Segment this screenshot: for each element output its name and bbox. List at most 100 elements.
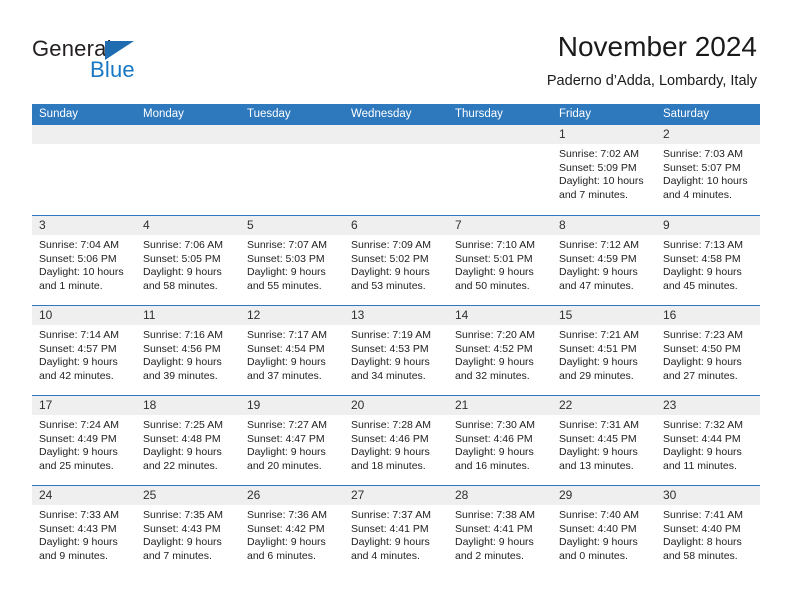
day-number: 28 [448,486,552,505]
calendar-day-cell[interactable]: 21 Sunrise: 7:30 AM Sunset: 4:46 PM Dayligh… [448,396,552,485]
sunset-text: Sunset: 4:53 PM [351,342,429,355]
sunrise-text: Sunrise: 7:41 AM [663,509,743,521]
calendar-day-cell[interactable]: 23 Sunrise: 7:32 AM Sunset: 4:44 PM Dayligh… [656,396,760,485]
day-info: Sunrise: 7:24 AM Sunset: 4:49 PM Daylight:… [32,415,136,473]
calendar-day-cell[interactable]: 8 Sunrise: 7:12 AM Sunset: 4:59 PM Daylight… [552,216,656,305]
sunset-text: Sunset: 4:43 PM [143,522,221,535]
calendar-week-row: 10 Sunrise: 7:14 AM Sunset: 4:57 PM Dayligh… [32,305,760,395]
calendar-day-cell[interactable]: 30 Sunrise: 7:41 AM Sunset: 4:40 PM Dayligh… [656,486,760,575]
day-info: Sunrise: 7:32 AM Sunset: 4:44 PM Daylight:… [656,415,760,473]
day-number: 14 [448,306,552,325]
calendar-day-cell[interactable]: 11 Sunrise: 7:16 AM Sunset: 4:56 PM Dayligh… [136,306,240,395]
brand-logo[interactable]: General Blue [32,36,272,86]
calendar-day-cell[interactable]: 1 Sunrise: 7:02 AM Sunset: 5:09 PM Daylight… [552,125,656,215]
day-info: Sunrise: 7:31 AM Sunset: 4:45 PM Daylight:… [552,415,656,473]
day-info: Sunrise: 7:07 AM Sunset: 5:03 PM Daylight:… [240,235,344,293]
calendar-day-cell[interactable]: 20 Sunrise: 7:28 AM Sunset: 4:46 PM Dayligh… [344,396,448,485]
calendar-day-cell[interactable]: 14 Sunrise: 7:20 AM Sunset: 4:52 PM Dayligh… [448,306,552,395]
sunrise-text: Sunrise: 7:27 AM [247,419,327,431]
day-info: Sunrise: 7:10 AM Sunset: 5:01 PM Daylight:… [448,235,552,293]
day-number: 17 [32,396,136,415]
daylight-text: Daylight: 9 hours and 13 minutes. [559,446,638,472]
calendar-day-cell[interactable]: 25 Sunrise: 7:35 AM Sunset: 4:43 PM Dayligh… [136,486,240,575]
day-number: 3 [32,216,136,235]
calendar-day-cell[interactable]: 5 Sunrise: 7:07 AM Sunset: 5:03 PM Daylight… [240,216,344,305]
sunset-text: Sunset: 4:46 PM [351,432,429,445]
sunrise-text: Sunrise: 7:31 AM [559,419,639,431]
calendar-day-cell[interactable]: 16 Sunrise: 7:23 AM Sunset: 4:50 PM Dayligh… [656,306,760,395]
calendar-week-row: 17 Sunrise: 7:24 AM Sunset: 4:49 PM Dayligh… [32,395,760,485]
sunrise-text: Sunrise: 7:19 AM [351,329,431,341]
calendar-day-cell[interactable]: 26 Sunrise: 7:36 AM Sunset: 4:42 PM Dayligh… [240,486,344,575]
weekday-header-tuesday: Tuesday [247,108,291,120]
daylight-text: Daylight: 9 hours and 32 minutes. [455,356,534,382]
sunrise-text: Sunrise: 7:30 AM [455,419,535,431]
calendar-day-cell[interactable]: 24 Sunrise: 7:33 AM Sunset: 4:43 PM Dayligh… [32,486,136,575]
calendar-day-cell[interactable]: 7 Sunrise: 7:10 AM Sunset: 5:01 PM Daylight… [448,216,552,305]
calendar-day-cell[interactable]: 4 Sunrise: 7:06 AM Sunset: 5:05 PM Daylight… [136,216,240,305]
day-number: 13 [344,306,448,325]
calendar-day-cell[interactable]: 27 Sunrise: 7:37 AM Sunset: 4:41 PM Dayligh… [344,486,448,575]
sunset-text: Sunset: 4:58 PM [663,252,741,265]
sunrise-text: Sunrise: 7:02 AM [559,148,639,160]
weekday-header-row: Sunday Monday Tuesday Wednesday Thursday… [32,104,760,125]
weekday-header-sunday: Sunday [39,108,79,120]
calendar-day-cell[interactable]: 18 Sunrise: 7:25 AM Sunset: 4:48 PM Dayligh… [136,396,240,485]
weekday-header-wednesday: Wednesday [351,108,412,120]
sunset-text: Sunset: 4:48 PM [143,432,221,445]
calendar-day-cell[interactable]: 17 Sunrise: 7:24 AM Sunset: 4:49 PM Dayligh… [32,396,136,485]
page-subtitle: Paderno d’Adda, Lombardy, Italy [546,73,757,89]
day-info: Sunrise: 7:28 AM Sunset: 4:46 PM Daylight:… [344,415,448,473]
sunrise-text: Sunrise: 7:28 AM [351,419,431,431]
day-info: Sunrise: 7:19 AM Sunset: 4:53 PM Daylight:… [344,325,448,383]
calendar-day-cell[interactable]: 2 Sunrise: 7:03 AM Sunset: 5:07 PM Daylight… [656,125,760,215]
calendar-day-cell[interactable]: 3 Sunrise: 7:04 AM Sunset: 5:06 PM Daylight… [32,216,136,305]
calendar-day-cell[interactable]: 13 Sunrise: 7:19 AM Sunset: 4:53 PM Dayligh… [344,306,448,395]
calendar-week-row: 24 Sunrise: 7:33 AM Sunset: 4:43 PM Dayligh… [32,485,760,575]
daylight-text: Daylight: 9 hours and 53 minutes. [351,266,430,292]
calendar-day-cell[interactable]: 10 Sunrise: 7:14 AM Sunset: 4:57 PM Dayligh… [32,306,136,395]
sunset-text: Sunset: 4:47 PM [247,432,325,445]
sunset-text: Sunset: 4:49 PM [39,432,117,445]
calendar-day-cell[interactable]: 19 Sunrise: 7:27 AM Sunset: 4:47 PM Dayligh… [240,396,344,485]
calendar-day-cell[interactable]: 22 Sunrise: 7:31 AM Sunset: 4:45 PM Dayligh… [552,396,656,485]
calendar-day-cell[interactable]: 15 Sunrise: 7:21 AM Sunset: 4:51 PM Dayligh… [552,306,656,395]
day-info: Sunrise: 7:21 AM Sunset: 4:51 PM Daylight:… [552,325,656,383]
sunset-text: Sunset: 5:03 PM [247,252,325,265]
sunrise-text: Sunrise: 7:07 AM [247,239,327,251]
sunrise-text: Sunrise: 7:03 AM [663,148,743,160]
daylight-text: Daylight: 9 hours and 6 minutes. [247,536,326,562]
sunrise-text: Sunrise: 7:10 AM [455,239,535,251]
day-number: 12 [240,306,344,325]
day-number: 22 [552,396,656,415]
calendar-day-cell-empty [32,125,136,215]
sunset-text: Sunset: 4:56 PM [143,342,221,355]
day-info: Sunrise: 7:02 AM Sunset: 5:09 PM Daylight:… [552,144,656,202]
day-info: Sunrise: 7:17 AM Sunset: 4:54 PM Daylight:… [240,325,344,383]
day-number: 1 [552,125,656,144]
day-number: 2 [656,125,760,144]
calendar-day-cell[interactable]: 9 Sunrise: 7:13 AM Sunset: 4:58 PM Daylight… [656,216,760,305]
sunrise-text: Sunrise: 7:40 AM [559,509,639,521]
day-info: Sunrise: 7:23 AM Sunset: 4:50 PM Daylight:… [656,325,760,383]
title-block: November 2024 Paderno d’Adda, Lombardy, … [547,30,757,90]
calendar-day-cell[interactable]: 6 Sunrise: 7:09 AM Sunset: 5:02 PM Daylight… [344,216,448,305]
sunrise-text: Sunrise: 7:13 AM [663,239,743,251]
day-number: 23 [656,396,760,415]
calendar-day-cell[interactable]: 29 Sunrise: 7:40 AM Sunset: 4:40 PM Dayligh… [552,486,656,575]
daylight-text: Daylight: 9 hours and 4 minutes. [351,536,430,562]
day-info: Sunrise: 7:36 AM Sunset: 4:42 PM Daylight:… [240,505,344,563]
sunset-text: Sunset: 4:45 PM [559,432,637,445]
daylight-text: Daylight: 9 hours and 55 minutes. [247,266,326,292]
calendar-page: General Blue November 2024 Paderno d’Add… [0,0,792,612]
daylight-text: Daylight: 9 hours and 18 minutes. [351,446,430,472]
calendar-day-cell[interactable]: 12 Sunrise: 7:17 AM Sunset: 4:54 PM Dayligh… [240,306,344,395]
calendar-day-cell[interactable]: 28 Sunrise: 7:38 AM Sunset: 4:41 PM Dayligh… [448,486,552,575]
sunrise-text: Sunrise: 7:17 AM [247,329,327,341]
day-info: Sunrise: 7:37 AM Sunset: 4:41 PM Daylight:… [344,505,448,563]
day-number: 30 [656,486,760,505]
day-number: 10 [32,306,136,325]
weekday-header-friday: Friday [559,108,591,120]
sunrise-text: Sunrise: 7:35 AM [143,509,223,521]
daylight-text: Daylight: 9 hours and 2 minutes. [455,536,534,562]
